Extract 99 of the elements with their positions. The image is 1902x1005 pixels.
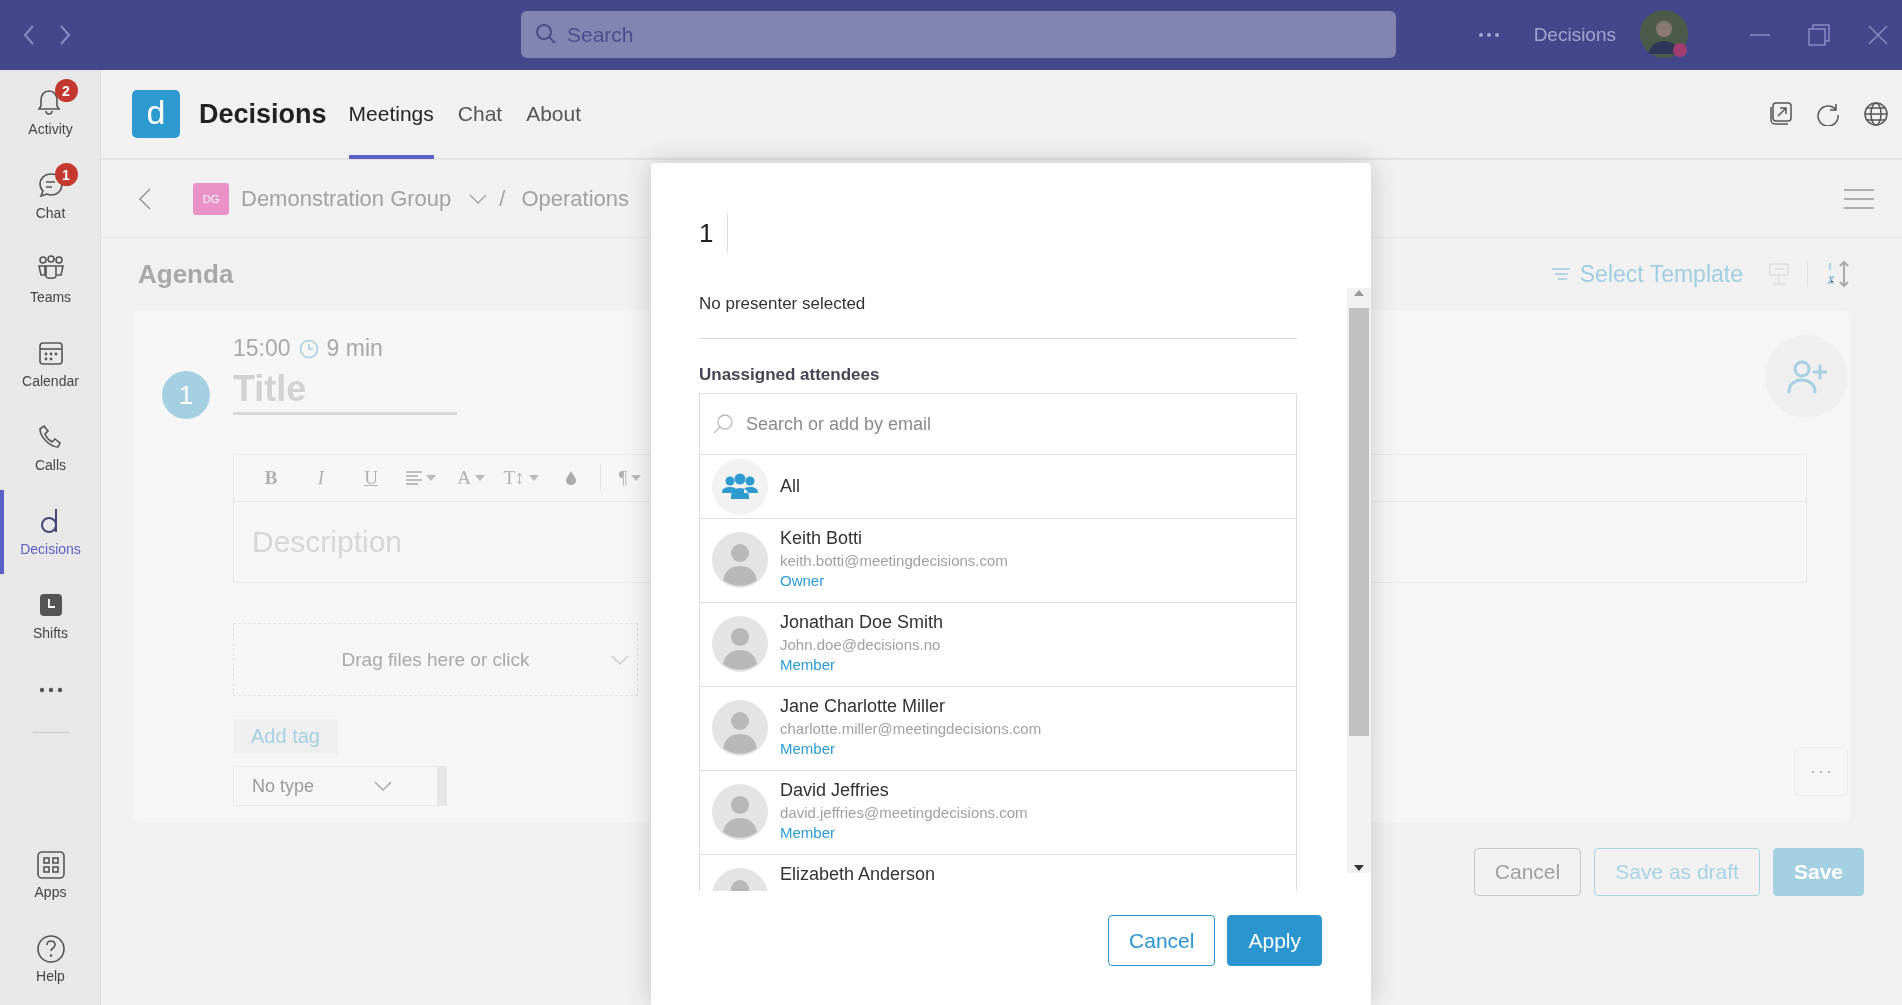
sort-icon[interactable]: [1826, 260, 1850, 288]
toolbar-button[interactable]: T↕: [496, 467, 546, 489]
toolbar-button[interactable]: ¶: [605, 467, 655, 489]
caret-icon: [631, 475, 642, 481]
avatar-placeholder: [712, 784, 768, 840]
attendee-name: Jonathan Doe Smith: [780, 612, 944, 633]
caret-icon: [426, 475, 436, 481]
caret-icon: [474, 475, 485, 481]
attendee-email: david.jeffries@meetingdecisions.com: [780, 804, 1028, 821]
attendee-row[interactable]: Jonathan Doe Smith John.doe@decisions.no Member: [700, 603, 1296, 687]
more-icon[interactable]: [1477, 32, 1500, 38]
folder-name[interactable]: Operations: [521, 185, 630, 212]
app-name: Decisions: [199, 98, 327, 130]
avatar-placeholder: [712, 532, 768, 588]
attendee-role: Member: [780, 656, 836, 673]
chevron-down-icon: [374, 781, 393, 791]
attendee-email: charlotte.miller@meetingdecisions.com: [780, 720, 1042, 737]
action-button[interactable]: Cancel: [1473, 848, 1582, 896]
drop-icon[interactable]: [566, 471, 576, 485]
apply-button[interactable]: Apply: [1227, 915, 1322, 966]
section-label: Unassigned attendees: [699, 365, 881, 385]
attendee-email: John.doe@decisions.no: [780, 636, 942, 653]
tab[interactable]: Meetings: [348, 69, 434, 159]
minimize-icon[interactable]: [1750, 33, 1770, 37]
section-heading: Agenda: [138, 258, 234, 290]
notification-badge: 2: [54, 79, 78, 102]
apps-grid-icon: [35, 850, 66, 880]
more-icon[interactable]: [38, 687, 63, 693]
back-icon[interactable]: [22, 24, 36, 46]
pop-out-icon[interactable]: [1768, 102, 1792, 126]
attendee-row[interactable]: David Jeffries david.jeffries@meetingdecisions.com Member: [700, 771, 1296, 855]
attendee-role: Member: [780, 740, 836, 757]
attendee-name: Elizabeth Anderson: [780, 864, 936, 885]
clock-icon: [298, 338, 319, 359]
toolbar-button[interactable]: B: [246, 467, 296, 489]
close-icon[interactable]: [1868, 25, 1888, 45]
file-drop-zone[interactable]: Drag files here or click: [233, 623, 638, 696]
attendee-role: Member: [780, 824, 836, 841]
attendee-row[interactable]: Keith Botti keith.botti@meetingdecisions.com Owner: [700, 519, 1296, 603]
chevron-down-icon[interactable]: [469, 193, 488, 204]
scroll-down-icon[interactable]: [1353, 863, 1365, 873]
rail-item[interactable]: 2 Activity: [0, 70, 101, 154]
calendar-icon: [36, 339, 65, 367]
align-icon[interactable]: [406, 471, 422, 485]
type-dropdown[interactable]: No type: [233, 766, 447, 806]
attendee-name: All: [780, 476, 800, 497]
chat-bubble-icon: [36, 171, 65, 199]
org-name: Decisions: [1533, 24, 1616, 46]
toolbar-button[interactable]: A: [446, 467, 496, 489]
scrollbar[interactable]: [1347, 288, 1371, 873]
scroll-up-icon[interactable]: [1353, 288, 1365, 298]
attendee-row[interactable]: Jane Charlotte Miller charlotte.miller@meetingdecisions.com Member: [700, 687, 1296, 771]
rail-item[interactable]: Teams: [0, 238, 101, 322]
toolbar-button[interactable]: U: [346, 467, 396, 489]
app-logo: d: [132, 90, 180, 138]
attendee-name: Keith Botti: [780, 528, 864, 549]
rail-item[interactable]: Apps: [0, 833, 101, 917]
attendee-email: keith.botti@meetingdecisions.com: [780, 552, 1008, 569]
rail-item[interactable]: 1 Chat: [0, 154, 101, 238]
presenter-status: No presenter selected: [699, 293, 867, 314]
help-icon: [35, 934, 66, 964]
more-icon: [1811, 769, 1831, 774]
rail-item[interactable]: Calls: [0, 406, 101, 490]
globe-icon[interactable]: [1864, 102, 1888, 126]
item-number: 1: [699, 213, 729, 253]
duration: 9 min: [326, 335, 383, 362]
attendee-role: Owner: [780, 572, 826, 589]
add-person-icon: [1786, 359, 1827, 394]
restore-icon[interactable]: [1808, 24, 1830, 46]
tab[interactable]: About: [526, 69, 582, 159]
caret-icon: [528, 475, 539, 481]
search-icon: [712, 413, 734, 435]
back-icon[interactable]: [139, 187, 151, 210]
forward-icon[interactable]: [58, 24, 72, 46]
tab[interactable]: Chat: [457, 69, 503, 159]
menu-icon[interactable]: [1844, 188, 1874, 209]
cancel-button[interactable]: Cancel: [1108, 915, 1216, 966]
avatar-placeholder: [712, 700, 768, 756]
chevron-down-icon[interactable]: [611, 654, 629, 665]
rail-item[interactable]: Shifts: [0, 574, 101, 658]
rail-item[interactable]: Calendar: [0, 322, 101, 406]
toolbar-button[interactable]: I: [296, 467, 346, 489]
rail-item[interactable]: Decisions: [0, 490, 101, 574]
refresh-icon[interactable]: [1816, 102, 1840, 126]
attendee-name: Jane Charlotte Miller: [780, 696, 947, 717]
attendee-name: David Jeffries: [780, 780, 890, 801]
item-number: 1: [162, 371, 210, 419]
start-time: 15:00: [233, 335, 291, 362]
group-avatar: DG: [193, 182, 229, 215]
avatar-placeholder: [712, 616, 768, 672]
group-icon: [712, 458, 768, 515]
rail-item[interactable]: Help: [0, 917, 101, 1001]
lines-icon: [1551, 268, 1570, 280]
search-icon: [535, 23, 557, 45]
avatar-icon[interactable]: [1640, 10, 1690, 60]
group-name[interactable]: Demonstration Group: [241, 185, 452, 212]
notification-badge: 1: [54, 163, 78, 186]
attendee-row[interactable]: All: [700, 455, 1296, 519]
breadcrumb-separator: /: [499, 185, 506, 212]
